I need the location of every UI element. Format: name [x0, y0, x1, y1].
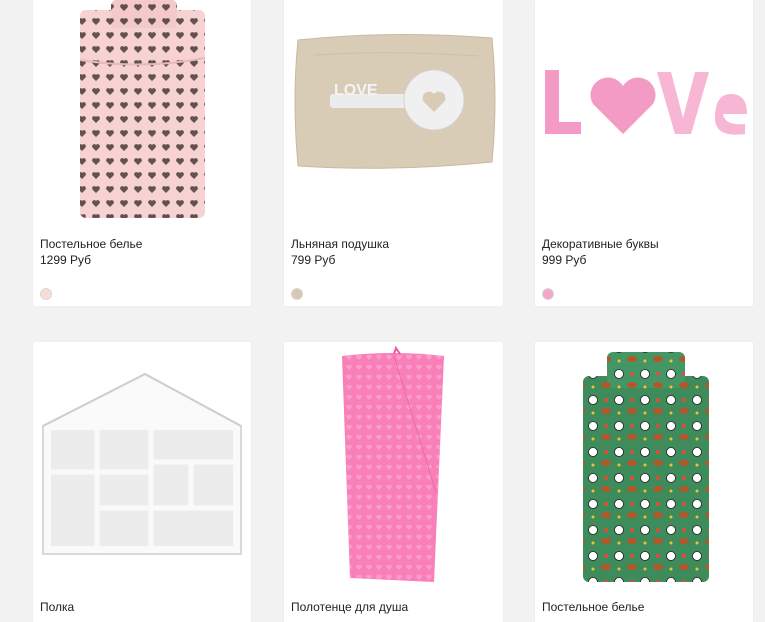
- product-card-pink-towel[interactable]: Полотенце для душа: [284, 342, 503, 622]
- product-name[interactable]: Полка: [40, 600, 74, 614]
- color-swatch[interactable]: [542, 288, 554, 300]
- product-card-house-shelf[interactable]: Полка: [33, 342, 251, 622]
- product-price: 799 Руб: [291, 253, 336, 267]
- sports-bedding-image[interactable]: [535, 342, 753, 592]
- house-shelf-image[interactable]: [33, 342, 251, 592]
- product-name[interactable]: Постельное белье: [542, 600, 644, 614]
- product-card-love-letters[interactable]: Декоративные буквы 999 Руб: [535, 0, 753, 306]
- product-card-sports-bedding[interactable]: Постельное белье: [535, 342, 753, 622]
- color-swatch[interactable]: [291, 288, 303, 300]
- product-card-bedding-pink[interactable]: Постельное белье 1299 Руб: [33, 0, 251, 306]
- pillow-love-text: LOVE: [334, 82, 378, 99]
- color-swatch[interactable]: [40, 288, 52, 300]
- product-price: 999 Руб: [542, 253, 587, 267]
- linen-love-key-pillow-image[interactable]: LOVE: [284, 0, 503, 230]
- love-letters-image[interactable]: [535, 0, 753, 230]
- pink-hearts-bedding-image[interactable]: [33, 0, 251, 230]
- product-name[interactable]: Декоративные буквы: [542, 237, 659, 251]
- product-name[interactable]: Полотенце для душа: [291, 600, 408, 614]
- pink-towel-image[interactable]: [284, 342, 503, 592]
- product-name[interactable]: Постельное белье: [40, 237, 142, 251]
- product-card-linen-pillow[interactable]: LOVE Льняная подушка 799 Руб: [284, 0, 503, 306]
- product-name[interactable]: Льняная подушка: [291, 237, 389, 251]
- product-price: 1299 Руб: [40, 253, 92, 267]
